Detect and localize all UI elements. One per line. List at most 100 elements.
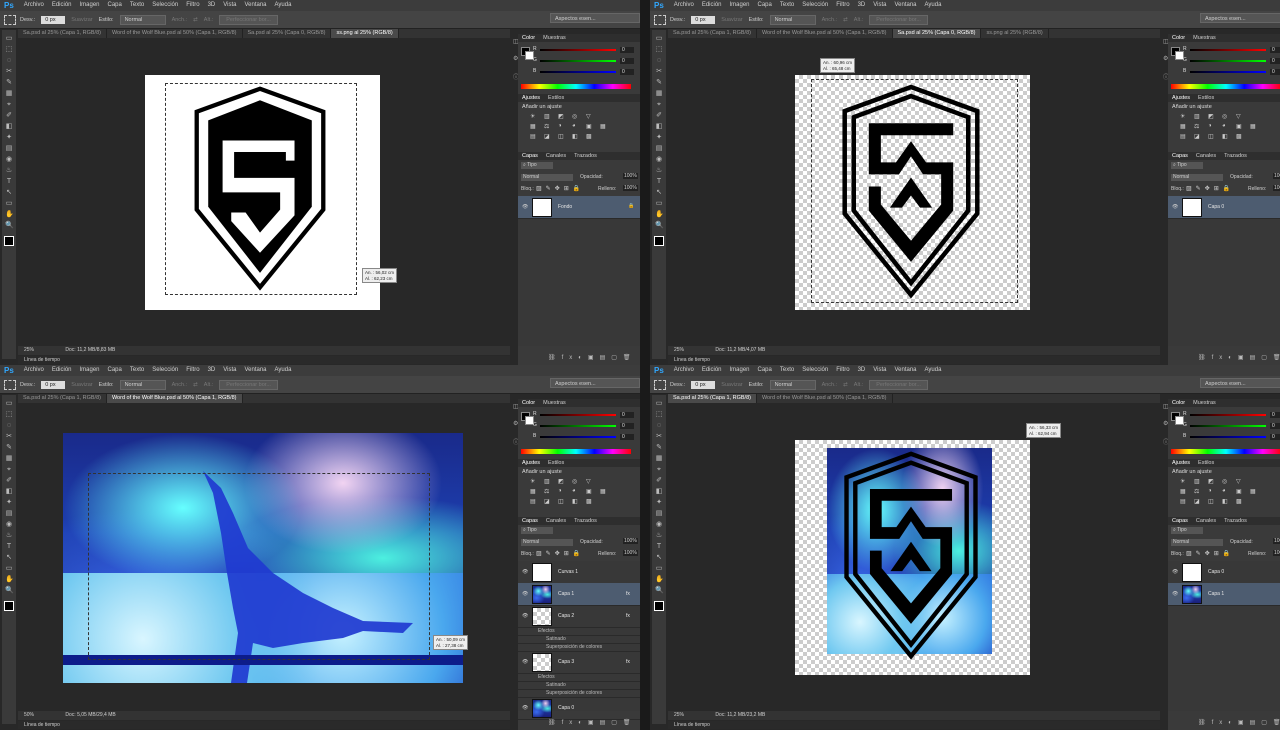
adjustment-icon[interactable]: ◎ (1222, 113, 1233, 120)
menu-item-10[interactable]: Ventana (894, 365, 916, 376)
tool-icon-5[interactable]: ✎ (5, 78, 13, 87)
tab-adjustments[interactable]: Ajustes (1172, 94, 1190, 102)
fill-input[interactable]: 100% (623, 185, 638, 191)
menu-item-5[interactable]: Texto (130, 0, 144, 11)
adjustment-icon[interactable]: ▤ (1180, 133, 1191, 140)
tab-adjustments[interactable]: Ajustes (522, 459, 540, 467)
r-value[interactable]: 0 (1270, 47, 1280, 53)
adjustment-icon[interactable]: ◫ (558, 498, 569, 505)
adjustment-icon[interactable] (600, 478, 611, 485)
menu-item-8[interactable]: 3D (208, 365, 216, 376)
menu-item-10[interactable]: Ventana (894, 0, 916, 11)
adjustment-icon[interactable]: ◩ (558, 113, 569, 120)
adjustment-icon[interactable]: ▤ (1180, 498, 1191, 505)
adjustment-icon[interactable]: ◧ (572, 133, 583, 140)
eye-icon[interactable]: 👁 (1172, 569, 1178, 575)
tool-icon-15[interactable]: ↖ (655, 553, 663, 562)
adjustment-icon[interactable] (600, 113, 611, 120)
color-spectrum[interactable] (521, 449, 631, 454)
layer-name[interactable]: Curvas 1 (558, 569, 578, 575)
tab-styles[interactable]: Estilos (1198, 94, 1214, 102)
tool-icon-10[interactable]: ✦ (5, 498, 13, 507)
tool-foreground-color[interactable] (4, 601, 14, 611)
lock-icons[interactable]: ▨✎✥⊞🔒 (1186, 550, 1234, 557)
tool-icon-12[interactable]: ◉ (5, 520, 13, 529)
adjustment-icon[interactable]: ▣ (1236, 123, 1247, 130)
menu-item-5[interactable]: Texto (780, 365, 794, 376)
blend-mode-select[interactable]: Normal (521, 174, 573, 181)
menu-item-9[interactable]: Vista (873, 0, 886, 11)
style-select[interactable]: Normal (119, 14, 166, 25)
tool-icon-1[interactable]: ▭ (655, 399, 663, 408)
menu-item-6[interactable]: Selección (152, 0, 178, 11)
adjustment-icon[interactable]: ◕ (1222, 488, 1233, 495)
layer-row[interactable]: 👁 Capa 0 (1168, 561, 1280, 584)
menu-item-5[interactable]: Texto (130, 365, 144, 376)
layer-row[interactable]: 👁 Capa 0 (1168, 196, 1280, 219)
menu-item-1[interactable]: Archivo (24, 365, 44, 376)
tab-swatches[interactable]: Muestras (1193, 399, 1216, 407)
tool-icon-15[interactable]: ↖ (655, 188, 663, 197)
tool-icon-10[interactable]: ✦ (655, 133, 663, 142)
adjustment-icon[interactable] (1250, 113, 1261, 120)
menu-item-7[interactable]: Filtro (836, 365, 849, 376)
lock-icons[interactable]: ▨✎✥⊞🔒 (1186, 185, 1234, 192)
layer-name[interactable]: Capa 2 (558, 613, 574, 619)
adjustment-icon[interactable]: ◑ (1208, 488, 1219, 495)
tool-icon-9[interactable]: ◧ (5, 122, 13, 131)
adjustment-icon[interactable]: ▩ (586, 133, 597, 140)
document-canvas[interactable] (63, 433, 463, 683)
layer-row[interactable]: 👁 Capa 3 fx (518, 651, 640, 674)
swap-icon[interactable]: ⇄ (193, 382, 198, 388)
tab-channels[interactable]: Canales (1196, 152, 1216, 160)
eye-icon[interactable]: 👁 (522, 659, 528, 665)
menu-item-7[interactable]: Filtro (186, 0, 199, 11)
menu-item-1[interactable]: Archivo (674, 365, 694, 376)
g-value[interactable]: 0 (620, 423, 634, 429)
refine-edge-button[interactable]: Perfeccionar bor... (869, 379, 928, 390)
tool-icon-8[interactable]: ✐ (5, 111, 13, 120)
antialias-checkbox[interactable]: Suavizar (71, 382, 92, 388)
adjustment-icon[interactable]: ▦ (530, 123, 541, 130)
adjustment-icon[interactable]: ◎ (572, 478, 583, 485)
effect-name[interactable]: Superposición de colores (546, 690, 602, 696)
tool-icon-16[interactable]: ▭ (655, 564, 663, 573)
adjustment-icon[interactable]: ▥ (544, 113, 555, 120)
tool-icon-10[interactable]: ✦ (655, 498, 663, 507)
workspace-select[interactable]: Aspectos esen... (1200, 378, 1280, 388)
r-value[interactable]: 0 (1270, 412, 1280, 418)
document-tab[interactable]: Sa.psd al 25% (Capa 1, RGB/8) (18, 29, 107, 38)
tool-icon-12[interactable]: ◉ (655, 520, 663, 529)
tool-icon-13[interactable]: ♨ (5, 166, 13, 175)
menu-item-7[interactable]: Filtro (186, 365, 199, 376)
b-value[interactable]: 0 (620, 434, 634, 440)
tool-icon-4[interactable]: ✂ (655, 432, 663, 441)
document-tab[interactable]: Sa.psd al 25% (Capa 1, RGB/8) (668, 29, 757, 38)
g-value[interactable]: 0 (620, 58, 634, 64)
menu-item-4[interactable]: Capa (758, 0, 772, 11)
timeline-label[interactable]: Línea de tiempo (18, 721, 510, 729)
opacity-input[interactable]: 100% (1273, 538, 1280, 544)
adjustment-icon[interactable]: ◩ (1208, 113, 1219, 120)
adjustment-icon[interactable]: ◪ (544, 133, 555, 140)
feather-input[interactable]: 0 px (691, 15, 716, 24)
tool-icon-5[interactable]: ✎ (5, 443, 13, 452)
tool-icon-4[interactable]: ✂ (655, 67, 663, 76)
adjustment-icon[interactable]: ▦ (600, 123, 611, 130)
tool-foreground-color[interactable] (4, 236, 14, 246)
adjustment-icon[interactable]: ◧ (572, 498, 583, 505)
menu-item-11[interactable]: Ayuda (275, 0, 292, 11)
menu-item-7[interactable]: Filtro (836, 0, 849, 11)
tab-layers[interactable]: Capas (1172, 152, 1188, 160)
timeline-label[interactable]: Línea de tiempo (668, 356, 1160, 364)
adjustment-icon[interactable]: ▤ (530, 498, 541, 505)
layer-row[interactable]: 👁 Curvas 1 (518, 561, 640, 584)
fill-input[interactable]: 100% (623, 550, 638, 556)
tool-icon-3[interactable]: ◌ (5, 421, 13, 430)
zoom-level[interactable]: 25% (24, 347, 34, 353)
g-slider[interactable] (1190, 60, 1266, 62)
tool-icon-18[interactable]: 🔍 (655, 221, 664, 230)
refine-edge-button[interactable]: Perfeccionar bor... (219, 14, 278, 25)
adjustment-icon[interactable]: ⚖ (544, 488, 555, 495)
adjustment-icon[interactable]: ▩ (586, 498, 597, 505)
